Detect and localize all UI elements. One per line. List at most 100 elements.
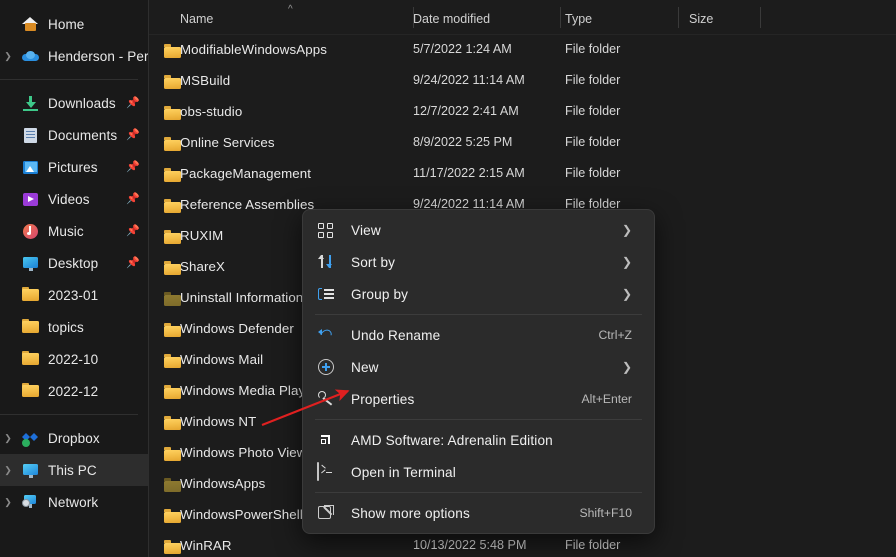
column-header-row[interactable]: ^ NameDate modifiedTypeSize (149, 0, 896, 35)
pin-icon[interactable]: 📌 (126, 161, 138, 173)
pictures-icon (22, 159, 39, 176)
table-row[interactable]: MSBuild9/24/2022 11:14 AMFile folder (149, 66, 896, 97)
sidebar-item-dropbox[interactable]: ❯Dropbox (0, 422, 148, 454)
file-name-cell: Online Services (180, 135, 275, 150)
home-icon (22, 16, 39, 33)
column-header-date-modified[interactable]: Date modified (413, 12, 490, 26)
documents-icon (22, 127, 39, 144)
menu-item-show-more-options[interactable]: Show more optionsShift+F10 (303, 497, 654, 529)
pin-icon[interactable]: 📌 (126, 225, 138, 237)
date-modified-cell: 12/7/2022 2:41 AM (413, 104, 519, 118)
file-name-cell: Windows Media Player (180, 383, 317, 398)
pin-icon[interactable]: 📌 (126, 257, 138, 269)
chevron-right-icon[interactable]: ❯ (2, 432, 14, 444)
type-cell: File folder (565, 538, 620, 552)
menu-separator (315, 419, 642, 420)
sidebar-item-label: Downloads (48, 96, 116, 111)
type-cell: File folder (565, 135, 620, 149)
sidebar-item-pictures[interactable]: Pictures 📌 (0, 151, 148, 183)
table-row[interactable]: Online Services8/9/2022 5:25 PMFile fold… (149, 128, 896, 159)
menu-item-label: View (351, 223, 622, 238)
menu-item-shortcut: Alt+Enter (582, 392, 632, 406)
menu-item-new[interactable]: New❯ (303, 351, 654, 383)
file-explorer-window: Home❯Henderson - PersonDownloads📌Documen… (0, 0, 896, 557)
menu-item-sort-by[interactable]: Sort by❯ (303, 246, 654, 278)
plus-circle-icon (317, 358, 339, 376)
sidebar-item-label: Documents (48, 128, 117, 143)
file-name-cell: Windows Mail (180, 352, 263, 367)
table-row[interactable]: ModifiableWindowsApps5/7/2022 1:24 AMFil… (149, 35, 896, 66)
chevron-right-icon[interactable]: ❯ (2, 50, 14, 62)
column-resize-handle[interactable] (413, 7, 414, 28)
menu-item-view[interactable]: View❯ (303, 214, 654, 246)
file-name-cell: RUXIM (180, 228, 223, 243)
nav-top-spacer (0, 0, 148, 8)
sidebar-item-home[interactable]: Home (0, 8, 148, 40)
sidebar-item-2023-01[interactable]: 2023-01 (0, 279, 148, 311)
chevron-right-icon[interactable]: ❯ (2, 464, 14, 476)
menu-item-shortcut: Shift+F10 (579, 506, 632, 520)
date-modified-cell: 10/13/2022 5:48 PM (413, 538, 526, 552)
sidebar-item-downloads[interactable]: Downloads 📌 (0, 87, 148, 119)
folder-icon (22, 383, 39, 400)
file-name-cell: WindowsPowerShell (180, 507, 303, 522)
date-modified-cell: 5/7/2022 1:24 AM (413, 42, 512, 56)
downloads-icon (22, 95, 39, 112)
column-header-size[interactable]: Size (689, 12, 713, 26)
chevron-right-icon[interactable]: ❯ (622, 288, 632, 300)
type-cell: File folder (565, 166, 620, 180)
table-row[interactable]: WinRAR10/13/2022 5:48 PMFile folder (149, 531, 896, 557)
sidebar-item-network[interactable]: ❯Network (0, 486, 148, 518)
chevron-right-icon[interactable]: ❯ (622, 361, 632, 373)
sidebar-item-label: Desktop (48, 256, 98, 271)
sidebar-item-documents[interactable]: Documents 📌 (0, 119, 148, 151)
sidebar-item-label: Home (48, 17, 84, 32)
column-header-type[interactable]: Type (565, 12, 592, 26)
type-cell: File folder (565, 104, 620, 118)
sidebar-item-topics[interactable]: topics (0, 311, 148, 343)
column-resize-handle[interactable] (760, 7, 761, 28)
table-row[interactable]: obs-studio 12/7/2022 2:41 AM File folder (149, 97, 896, 128)
pin-icon[interactable]: 📌 (126, 97, 138, 109)
sidebar-item-music[interactable]: Music📌 (0, 215, 148, 247)
chevron-right-icon[interactable]: ❯ (622, 224, 632, 236)
sidebar-item-henderson-person[interactable]: ❯Henderson - Person (0, 40, 148, 72)
terminal-icon (317, 463, 339, 481)
menu-item-properties[interactable]: PropertiesAlt+Enter (303, 383, 654, 415)
table-row[interactable]: PackageManagement 11/17/2022 2:15 AM File … (149, 159, 896, 190)
menu-item-amd-software-adrenalin-edition[interactable]: AMD Software: Adrenalin Edition (303, 424, 654, 456)
menu-item-open-in-terminal[interactable]: Open in Terminal (303, 456, 654, 488)
file-name-cell: PackageManagement (180, 166, 311, 181)
sidebar-item-this-pc[interactable]: ❯ This PC (0, 454, 148, 486)
menu-item-label: Sort by (351, 255, 622, 270)
group-list-icon (317, 285, 339, 303)
sidebar-item-2022-10[interactable]: 2022-10 (0, 343, 148, 375)
menu-separator (315, 492, 642, 493)
type-cell: File folder (565, 73, 620, 87)
sidebar-item-label: This PC (48, 463, 97, 478)
file-name-cell: Windows Defender (180, 321, 294, 336)
file-name-cell: ShareX (180, 259, 225, 274)
pin-icon[interactable]: 📌 (126, 129, 138, 141)
menu-item-undo-rename[interactable]: Undo RenameCtrl+Z (303, 319, 654, 351)
file-name-cell: obs-studio (180, 104, 242, 119)
navigation-pane[interactable]: Home❯Henderson - PersonDownloads📌Documen… (0, 0, 148, 557)
sidebar-item-videos[interactable]: Videos📌 (0, 183, 148, 215)
menu-item-shortcut: Ctrl+Z (598, 328, 632, 342)
chevron-right-icon[interactable]: ❯ (2, 496, 14, 508)
pin-icon[interactable]: 📌 (126, 193, 138, 205)
wrench-icon (317, 390, 339, 408)
date-modified-cell: 11/17/2022 2:15 AM (413, 166, 525, 180)
chevron-right-icon[interactable]: ❯ (622, 256, 632, 268)
column-header-name[interactable]: Name (180, 12, 213, 26)
menu-item-group-by[interactable]: Group by❯ (303, 278, 654, 310)
sidebar-item-label: 2022-12 (48, 384, 98, 399)
column-resize-handle[interactable] (560, 7, 561, 28)
context-menu[interactable]: View❯Sort by❯Group by❯Undo RenameCtrl+ZN… (302, 209, 655, 534)
view-grid-icon (317, 221, 339, 239)
sidebar-item-desktop[interactable]: Desktop 📌 (0, 247, 148, 279)
sidebar-item-label: 2022-10 (48, 352, 98, 367)
sidebar-item-label: Pictures (48, 160, 98, 175)
column-resize-handle[interactable] (678, 7, 679, 28)
sidebar-item-2022-12[interactable]: 2022-12 (0, 375, 148, 407)
